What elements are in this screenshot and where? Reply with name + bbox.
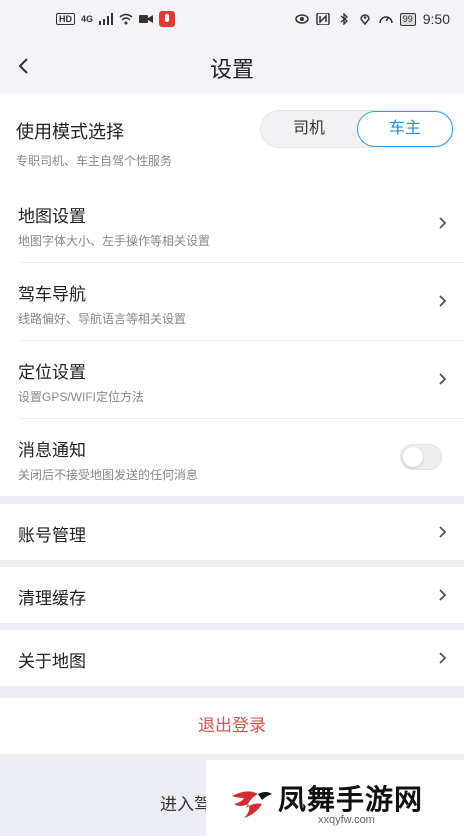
status-bar: HD 4G 99 9:50 — [0, 0, 464, 38]
eye-icon — [294, 14, 309, 24]
settings-item-map[interactable]: 地图设置 地图字体大小、左手操作等相关设置 — [0, 186, 464, 264]
chevron-right-icon — [439, 295, 447, 307]
item-title: 关于地图 — [18, 652, 86, 671]
logout-button[interactable]: 退出登录 — [0, 698, 464, 754]
item-subtitle: 设置GPS/WIFI定位方法 — [18, 390, 145, 404]
item-title: 地图设置 — [18, 207, 86, 226]
divider — [18, 340, 464, 341]
video-icon — [139, 15, 154, 23]
chevron-right-icon — [439, 589, 447, 601]
page-title: 设置 — [209, 57, 254, 82]
settings-item-about[interactable]: 关于地图 — [0, 630, 464, 686]
mode-segmented-control: 司机 车主 — [260, 110, 454, 148]
settings-item-notifications: 消息通知 关闭后不接受地图发送的任何消息 — [0, 420, 464, 498]
clock: 9:50 — [422, 11, 450, 27]
settings-item-clear-cache[interactable]: 清理缓存 — [0, 567, 464, 623]
item-title: 清理缓存 — [18, 589, 86, 608]
header: 设置 — [0, 38, 464, 94]
status-right: 99 9:50 — [294, 11, 450, 27]
mic-icon — [159, 11, 176, 27]
settings-item-location[interactable]: 定位设置 设置GPS/WIFI定位方法 — [0, 342, 464, 420]
speed-icon — [378, 16, 393, 24]
item-title: 驾车导航 — [18, 285, 86, 304]
item-subtitle: 线路偏好、导航语言等相关设置 — [18, 312, 187, 326]
item-title: 消息通知 — [18, 441, 86, 460]
mode-option-driver[interactable]: 司机 — [261, 111, 357, 147]
status-left: HD 4G — [56, 11, 176, 27]
mode-option-owner[interactable]: 车主 — [357, 111, 453, 147]
item-subtitle: 地图字体大小、左手操作等相关设置 — [18, 234, 211, 248]
toggle-knob — [403, 447, 423, 467]
hd-icon: HD — [56, 13, 75, 25]
chevron-right-icon — [439, 373, 447, 385]
item-subtitle: 关闭后不接受地图发送的任何消息 — [18, 468, 199, 482]
notification-toggle[interactable] — [400, 444, 442, 470]
settings-item-navigation[interactable]: 驾车导航 线路偏好、导航语言等相关设置 — [0, 264, 464, 342]
phoenix-logo-icon — [232, 791, 272, 818]
mode-row: 使用模式选择 专职司机、车主自驾个性服务 司机 车主 — [0, 94, 464, 174]
bluetooth-icon — [340, 13, 348, 25]
signal-label: 4G — [81, 14, 94, 24]
battery-icon: 99 — [399, 12, 416, 26]
settings-item-account[interactable]: 账号管理 — [0, 504, 464, 560]
item-title: 账号管理 — [18, 526, 86, 545]
watermark-name: 凤舞手游网 — [278, 784, 424, 815]
divider — [18, 418, 464, 419]
watermark: 凤舞手游网 xxqyfw.com — [206, 760, 464, 836]
settings-card: 使用模式选择 专职司机、车主自驾个性服务 司机 车主 地图设置 地图字体大小、左… — [0, 94, 464, 496]
wifi-icon — [119, 13, 133, 25]
mode-title: 使用模式选择 — [16, 122, 124, 142]
chevron-right-icon — [439, 217, 447, 229]
item-title: 定位设置 — [18, 363, 86, 382]
chevron-right-icon — [439, 652, 447, 664]
watermark-url: xxqyfw.com — [318, 814, 375, 826]
nfc-icon — [315, 13, 330, 25]
mode-subtitle: 专职司机、车主自驾个性服务 — [16, 154, 173, 168]
location-icon — [359, 14, 370, 25]
chevron-right-icon — [439, 526, 447, 538]
signal-bars-icon — [99, 13, 114, 25]
divider — [18, 262, 464, 263]
enter-button-text[interactable]: 进入驾 — [160, 790, 211, 815]
